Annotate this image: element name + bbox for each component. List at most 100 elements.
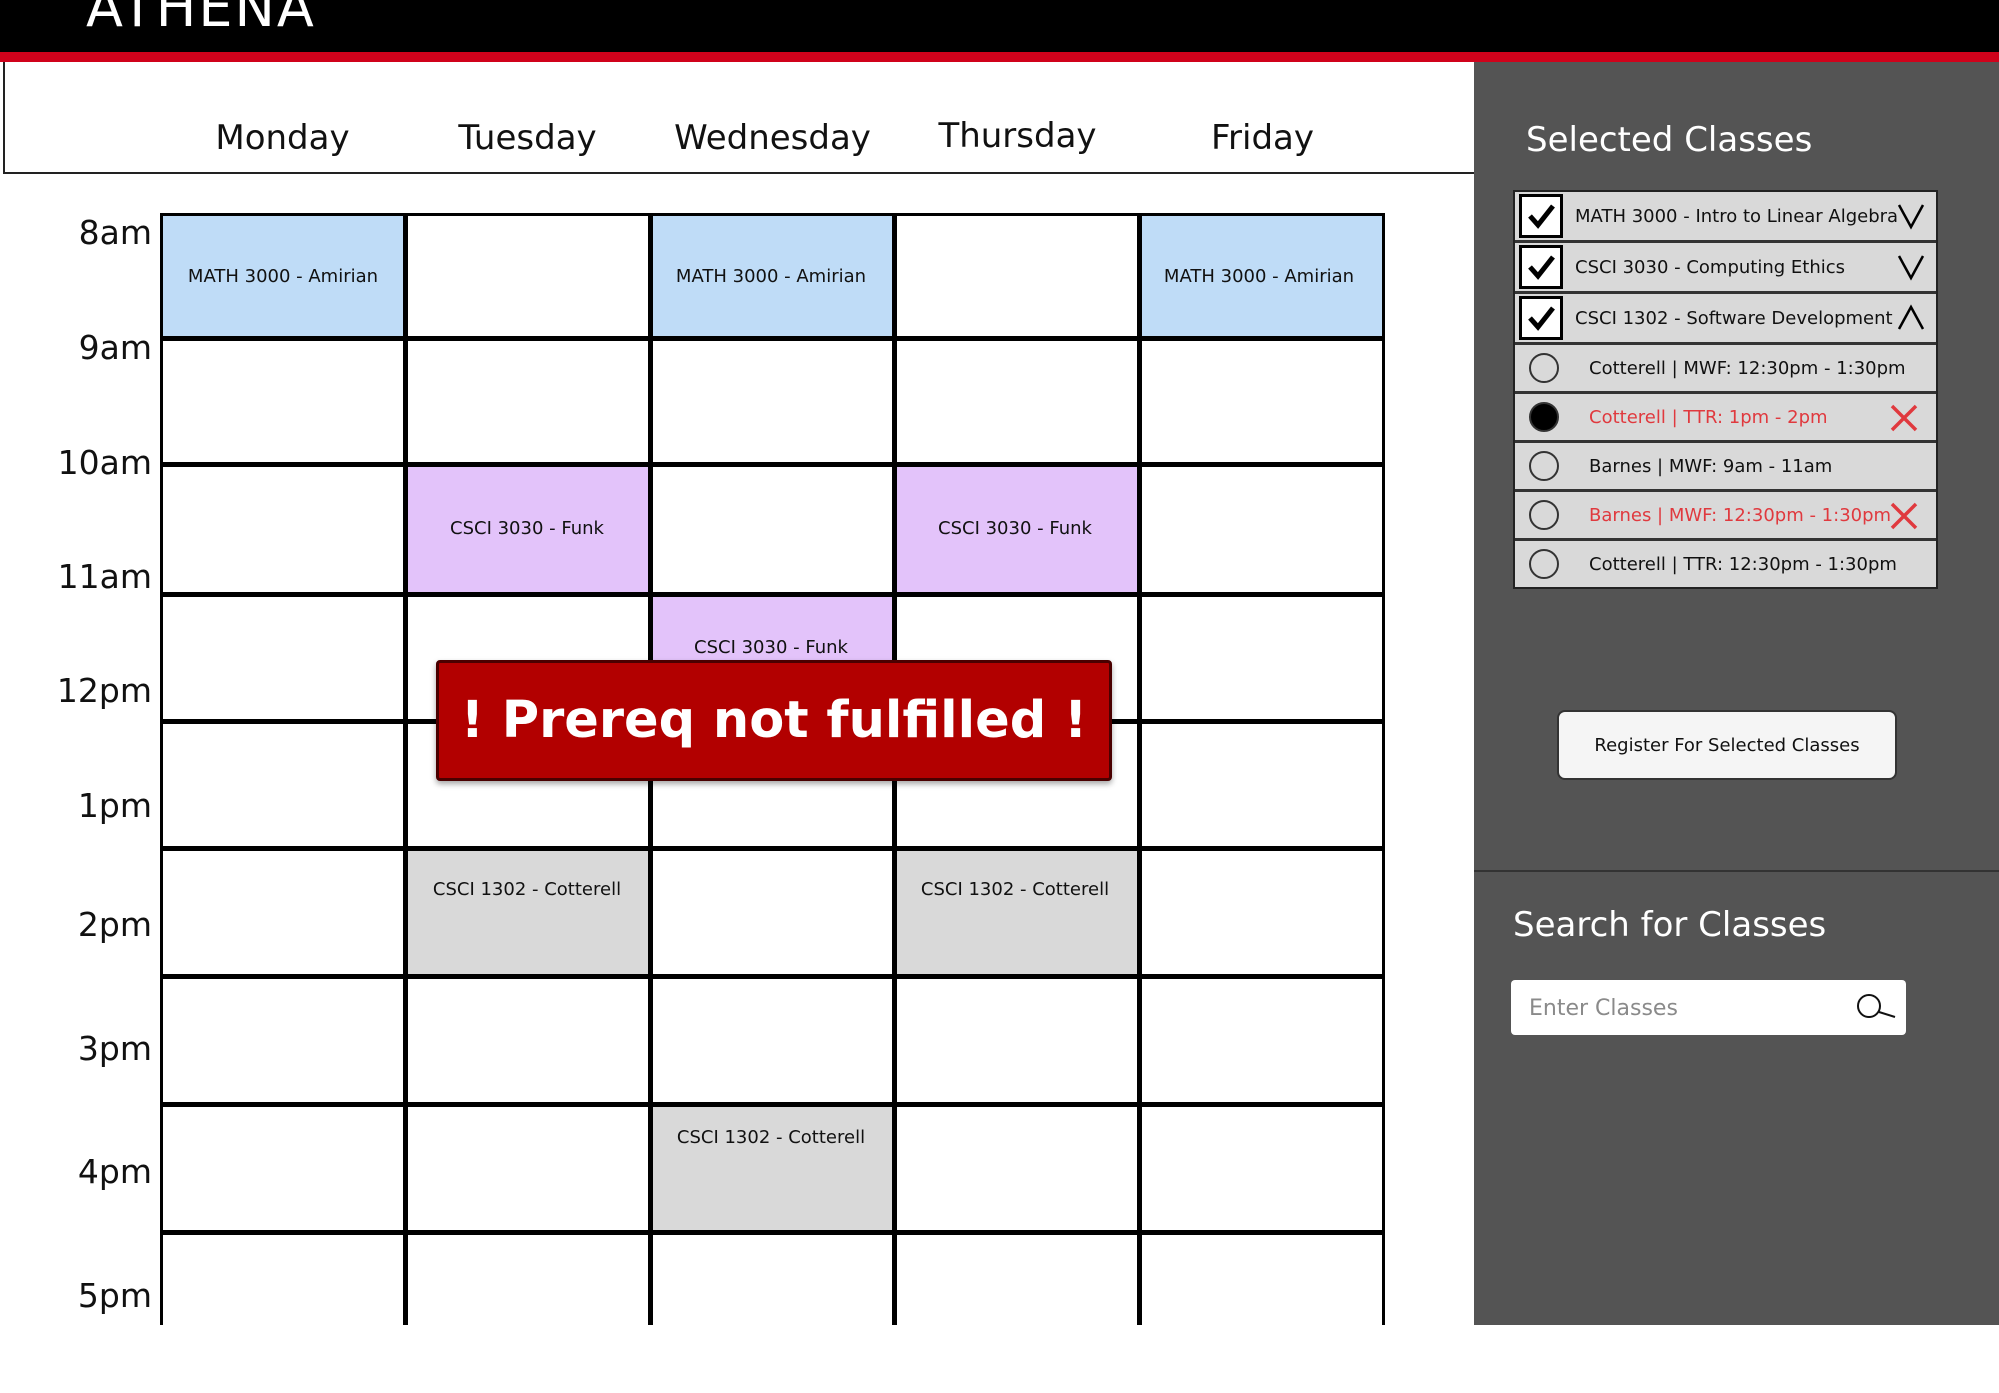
calendar-cell[interactable] [1142, 341, 1382, 462]
calendar-cell[interactable] [407, 341, 648, 462]
time-label-8am: 8am [78, 213, 152, 252]
calendar-cell[interactable] [163, 979, 403, 1102]
calendar-cell[interactable] [407, 979, 648, 1102]
prereq-alert-banner: ! Prereq not fulfilled ! [436, 660, 1112, 781]
time-label-11am: 11am [57, 557, 152, 596]
event-ethics-tuesday[interactable]: CSCI 3030 - Funk [407, 466, 647, 591]
register-button[interactable]: Register For Selected Classes [1557, 710, 1897, 780]
event-math-wednesday[interactable]: MATH 3000 - Amirian [651, 216, 891, 336]
day-wednesday: Wednesday [674, 118, 871, 158]
calendar-cell[interactable] [1142, 467, 1382, 592]
section-row[interactable]: Barnes | MWF: 12:30pm - 1:30pm [1515, 492, 1936, 541]
calendar-cell[interactable] [897, 1363, 1138, 1393]
calendar-cell[interactable] [163, 341, 403, 462]
calendar-cell[interactable] [163, 724, 403, 846]
checkbox-checked-icon[interactable] [1519, 194, 1563, 238]
section-row[interactable]: Barnes | MWF: 9am - 11am [1515, 443, 1936, 492]
selected-classes-title: Selected Classes [1526, 120, 1813, 160]
time-label-2pm: 2pm [77, 905, 152, 944]
calendar-cell[interactable] [652, 1235, 893, 1358]
calendar-cell[interactable] [407, 1235, 648, 1358]
calendar-cell[interactable] [407, 216, 648, 336]
course-row-math3000[interactable]: MATH 3000 - Intro to Linear Algebra [1515, 192, 1936, 243]
radio-icon[interactable] [1529, 500, 1559, 530]
time-label-10am: 10am [57, 443, 152, 482]
event-dev-tuesday[interactable]: CSCI 1302 - Cotterell [407, 828, 647, 951]
section-label: Cotterell | MWF: 12:30pm - 1:30pm [1589, 357, 1906, 379]
calendar-cell[interactable] [163, 851, 403, 974]
calendar-cell[interactable] [1142, 597, 1382, 719]
calendar-cell[interactable] [897, 1235, 1138, 1358]
time-label-3pm: 3pm [77, 1029, 152, 1068]
calendar-cell[interactable] [1142, 851, 1382, 974]
chevron-up-icon[interactable] [1896, 302, 1926, 332]
radio-icon[interactable] [1529, 353, 1559, 383]
event-dev-wednesday[interactable]: CSCI 1302 - Cotterell [651, 1076, 891, 1199]
radio-icon[interactable] [1529, 549, 1559, 579]
day-friday: Friday [1210, 118, 1315, 158]
calendar-cell[interactable] [1142, 1107, 1382, 1230]
radio-icon[interactable] [1529, 451, 1559, 481]
event-ethics-wednesday[interactable]: CSCI 3030 - Funk [651, 630, 891, 664]
day-thursday: Thursday [938, 116, 1097, 156]
checkbox-checked-icon[interactable] [1519, 296, 1563, 340]
course-row-csci3030[interactable]: CSCI 3030 - Computing Ethics [1515, 243, 1936, 294]
calendar-cell[interactable] [897, 979, 1138, 1102]
chevron-down-icon[interactable] [1896, 251, 1926, 281]
course-label: CSCI 3030 - Computing Ethics [1575, 256, 1846, 278]
calendar-cell[interactable] [1142, 1363, 1382, 1393]
close-x-icon[interactable] [1888, 500, 1920, 532]
calendar-cell[interactable] [652, 851, 893, 974]
search-title: Search for Classes [1513, 905, 1827, 945]
calendar-cell[interactable] [163, 1363, 403, 1393]
event-ethics-thursday[interactable]: CSCI 3030 - Funk [895, 466, 1135, 591]
time-label-12pm: 12pm [56, 671, 152, 710]
calendar-cell[interactable] [163, 467, 403, 592]
section-label: Barnes | MWF: 12:30pm - 1:30pm [1589, 504, 1892, 526]
time-label-4pm: 4pm [77, 1152, 152, 1191]
search-box [1511, 980, 1906, 1035]
time-label-5pm: 5pm [77, 1276, 152, 1315]
app-logo[interactable]: ATHENA [86, 0, 316, 38]
section-label: Cotterell | TTR: 1pm - 2pm [1589, 406, 1828, 428]
section-row[interactable]: Cotterell | MWF: 12:30pm - 1:30pm [1515, 345, 1936, 394]
calendar-cell[interactable] [1142, 979, 1382, 1102]
search-icon[interactable] [1854, 990, 1898, 1024]
section-label: Barnes | MWF: 9am - 11am [1589, 455, 1833, 477]
course-row-csci1302[interactable]: CSCI 1302 - Software Development [1515, 294, 1936, 345]
calendar-cell[interactable] [163, 1235, 403, 1358]
calendar-cell[interactable] [897, 216, 1138, 336]
day-monday: Monday [215, 118, 350, 158]
section-row[interactable]: Cotterell | TTR: 12:30pm - 1:30pm [1515, 541, 1936, 587]
panel-divider [1474, 870, 1999, 872]
event-math-friday[interactable]: MATH 3000 - Amirian [1139, 216, 1379, 336]
calendar-cell[interactable] [652, 1363, 893, 1393]
event-dev-thursday[interactable]: CSCI 1302 - Cotterell [895, 828, 1135, 951]
calendar-cell[interactable] [897, 341, 1138, 462]
calendar-cell[interactable] [652, 467, 893, 592]
day-tuesday: Tuesday [458, 118, 597, 158]
close-x-icon[interactable] [1888, 402, 1920, 434]
time-label-9am: 9am [78, 328, 152, 367]
calendar-cell[interactable] [163, 1107, 403, 1230]
course-label: CSCI 1302 - Software Development [1575, 307, 1893, 329]
radio-icon[interactable] [1529, 402, 1559, 432]
calendar-cell[interactable] [1142, 724, 1382, 846]
calendar-cell[interactable] [163, 597, 403, 719]
calendar-cell[interactable] [407, 1363, 648, 1393]
chevron-down-icon[interactable] [1896, 200, 1926, 230]
accent-line [0, 52, 1999, 62]
selected-classes-list: MATH 3000 - Intro to Linear Algebra CSCI… [1513, 190, 1938, 589]
search-input[interactable] [1527, 990, 1831, 1026]
course-label: MATH 3000 - Intro to Linear Algebra [1575, 205, 1899, 227]
calendar-cell[interactable] [1142, 1235, 1382, 1358]
calendar-cell[interactable] [897, 1107, 1138, 1230]
top-bar: ATHENA [0, 0, 1999, 52]
section-row[interactable]: Cotterell | TTR: 1pm - 2pm [1515, 394, 1936, 443]
calendar-cell[interactable] [652, 341, 893, 462]
calendar-cell[interactable] [407, 1107, 648, 1230]
section-label: Cotterell | TTR: 12:30pm - 1:30pm [1589, 553, 1897, 575]
checkbox-checked-icon[interactable] [1519, 245, 1563, 289]
time-label-1pm: 1pm [77, 786, 152, 825]
event-math-monday[interactable]: MATH 3000 - Amirian [163, 216, 403, 336]
